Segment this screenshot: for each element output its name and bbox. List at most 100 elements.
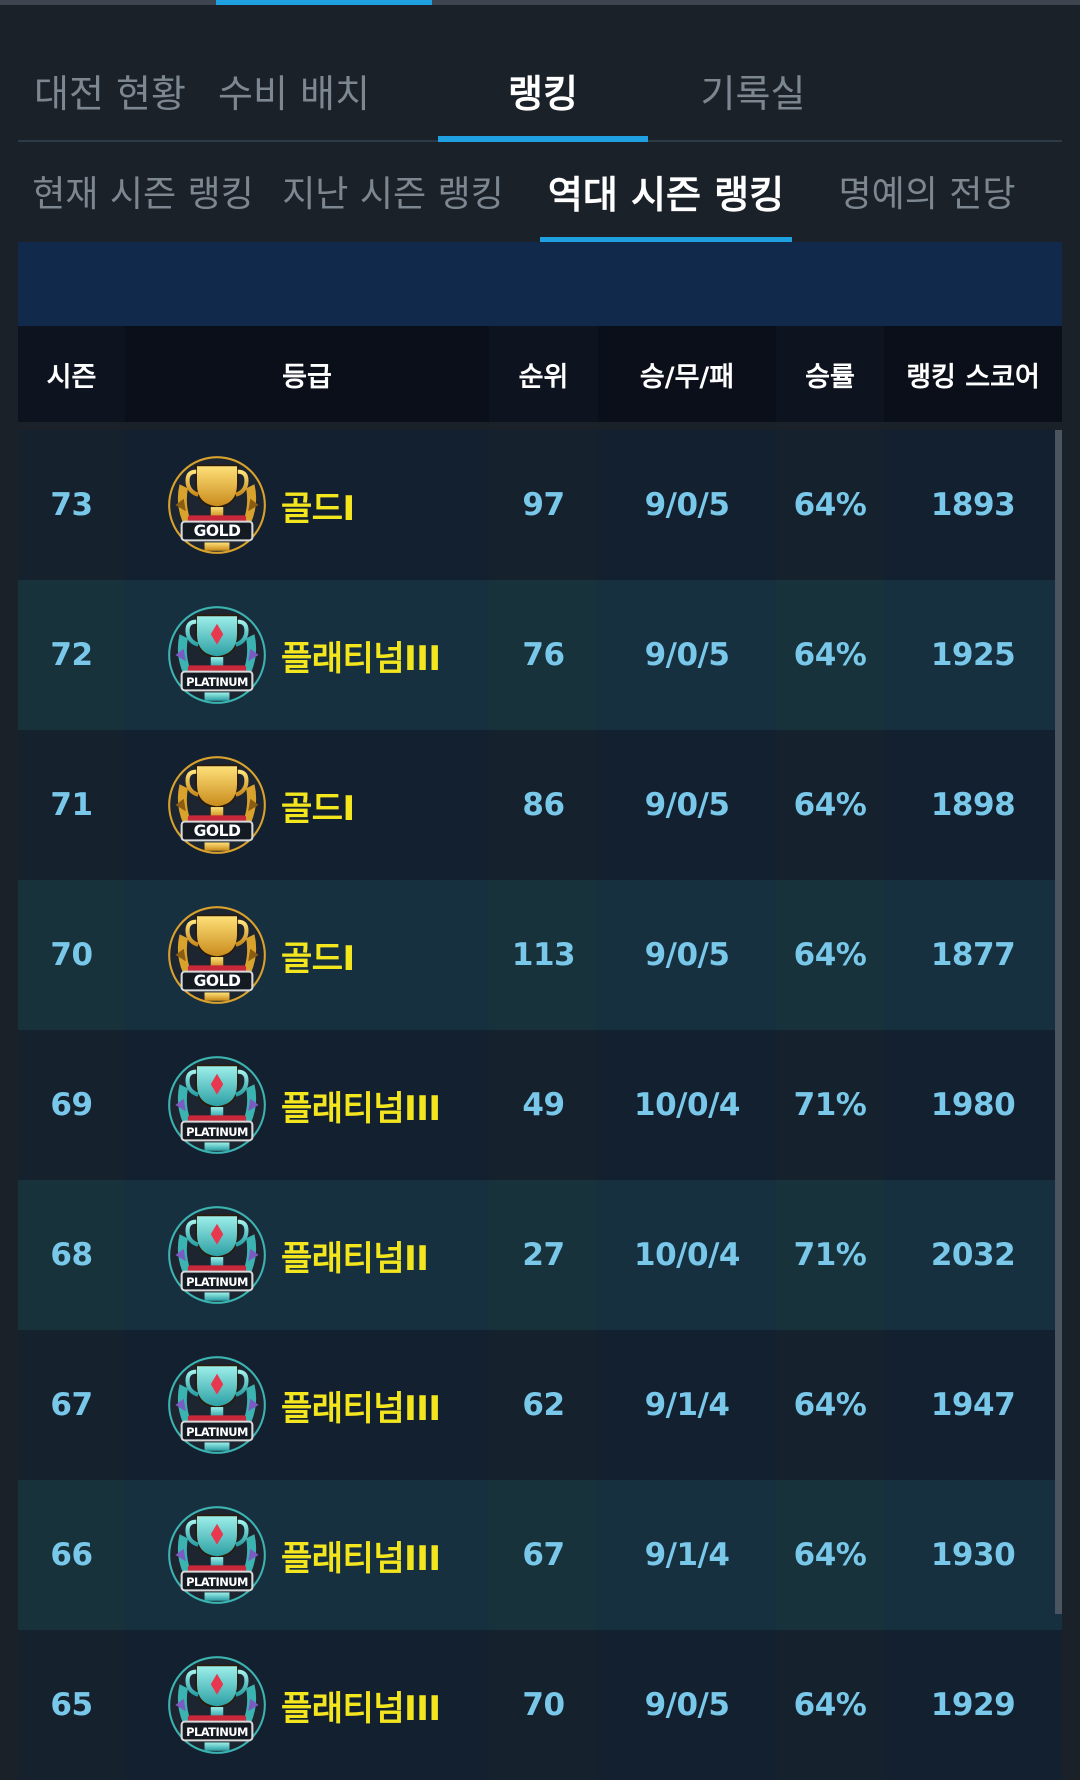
svg-text:GOLD: GOLD [194, 972, 241, 990]
season-cell: 68 [50, 1237, 93, 1273]
grade-cell: GOLD 골드I [125, 880, 489, 1030]
rank-cell: 86 [522, 787, 565, 823]
svg-text:GOLD: GOLD [194, 522, 241, 540]
score-cell: 1877 [884, 880, 1062, 1030]
rank-cell: 27 [522, 1237, 565, 1273]
record-cell: 9/1/4 [598, 1480, 776, 1630]
record-cell: 9/0/5 [598, 430, 776, 580]
grade-name: 골드I [281, 488, 355, 529]
grade-cell: PLATINUM 플래티넘II [125, 1180, 489, 1330]
platinum-trophy-icon: PLATINUM [168, 1356, 266, 1454]
grade-name: 플래티넘III [281, 1688, 441, 1729]
grade-name: 플래티넘II [281, 1238, 429, 1279]
header-season: 시즌 [46, 361, 97, 393]
subtab-all-seasons[interactable]: 역대 시즌 랭킹 [540, 140, 792, 242]
rank-cell: 62 [522, 1387, 565, 1423]
table-row[interactable]: 72 PLATINUM 플래티넘III 76 9/0/5 64% 1925 [18, 580, 1062, 730]
win-rate-cell: 64% [793, 1537, 867, 1573]
record-cell: 9/0/5 [598, 1630, 776, 1780]
rank-cell: 70 [522, 1687, 565, 1723]
season-cell: 66 [50, 1537, 93, 1573]
tab-records[interactable]: 기록실 [648, 40, 858, 140]
score-cell: 1925 [884, 580, 1062, 730]
score-cell: 1980 [884, 1030, 1062, 1180]
table-row[interactable]: 71 GOLD 골드I 86 9/0/5 64% 1898 [18, 730, 1062, 880]
svg-text:PLATINUM: PLATINUM [186, 1725, 248, 1739]
score-cell: 2032 [884, 1180, 1062, 1330]
tab-defense-setup[interactable]: 수비 배치 [202, 40, 386, 140]
table-row[interactable]: 70 GOLD 골드I 113 9/0/5 64% 1877 [18, 880, 1062, 1030]
main-tab-bar: 대전 현황 수비 배치 랭킹 기록실 [18, 40, 1062, 142]
score-cell: 1929 [884, 1630, 1062, 1780]
grade-cell: GOLD 골드I [125, 430, 489, 580]
score-cell: 1893 [884, 430, 1062, 580]
season-cell: 70 [50, 937, 93, 973]
subtab-last-season[interactable]: 지난 시즌 랭킹 [268, 140, 518, 242]
table-row[interactable]: 67 PLATINUM 플래티넘III 62 9/1/4 64% 1947 [18, 1330, 1062, 1480]
header-grade: 등급 [125, 326, 489, 422]
table-row[interactable]: 69 PLATINUM 플래티넘III 49 10/0/4 71% 1980 [18, 1030, 1062, 1180]
grade-name: 플래티넘III [281, 1388, 441, 1429]
record-cell: 10/0/4 [598, 1030, 776, 1180]
section-banner [18, 242, 1062, 326]
record-cell: 9/0/5 [598, 580, 776, 730]
table-row[interactable]: 65 PLATINUM 플래티넘III 70 9/0/5 64% 1929 [18, 1630, 1062, 1780]
rank-cell: 76 [522, 637, 565, 673]
season-cell: 73 [50, 487, 93, 523]
platinum-trophy-icon: PLATINUM [168, 1506, 266, 1604]
win-rate-cell: 64% [793, 1687, 867, 1723]
platinum-trophy-icon: PLATINUM [168, 1656, 266, 1754]
season-cell: 67 [50, 1387, 93, 1423]
win-rate-cell: 64% [793, 1387, 867, 1423]
platinum-trophy-icon: PLATINUM [168, 1056, 266, 1154]
grade-name: 골드I [281, 788, 355, 829]
svg-text:PLATINUM: PLATINUM [186, 1275, 248, 1289]
table-row[interactable]: 73 GOLD 골드I 97 9/0/5 64% 1893 [18, 430, 1062, 580]
win-rate-cell: 71% [793, 1087, 867, 1123]
gold-trophy-icon: GOLD [168, 756, 266, 854]
season-cell: 72 [50, 637, 93, 673]
win-rate-cell: 64% [793, 637, 867, 673]
sub-tab-bar: 현재 시즌 랭킹 지난 시즌 랭킹 역대 시즌 랭킹 명예의 전당 [18, 140, 1062, 242]
record-cell: 9/0/5 [598, 880, 776, 1030]
grade-cell: PLATINUM 플래티넘III [125, 1630, 489, 1780]
rank-cell: 113 [511, 937, 576, 973]
win-rate-cell: 64% [793, 487, 867, 523]
svg-text:GOLD: GOLD [194, 822, 241, 840]
svg-text:PLATINUM: PLATINUM [186, 1425, 248, 1439]
season-cell: 65 [50, 1687, 93, 1723]
table-row[interactable]: 68 PLATINUM 플래티넘II 27 10/0/4 71% 2032 [18, 1180, 1062, 1330]
svg-text:PLATINUM: PLATINUM [186, 1575, 248, 1589]
record-cell: 10/0/4 [598, 1180, 776, 1330]
subtab-hall-of-fame[interactable]: 명예의 전당 [792, 140, 1062, 242]
season-cell: 69 [50, 1087, 93, 1123]
score-cell: 1947 [884, 1330, 1062, 1480]
record-cell: 9/1/4 [598, 1330, 776, 1480]
grade-cell: GOLD 골드I [125, 730, 489, 880]
rank-cell: 97 [522, 487, 565, 523]
tab-ranking[interactable]: 랭킹 [438, 40, 648, 142]
svg-text:PLATINUM: PLATINUM [186, 675, 248, 689]
rank-cell: 67 [522, 1537, 565, 1573]
header-rank: 순위 [518, 361, 569, 393]
gold-trophy-icon: GOLD [168, 906, 266, 1004]
rank-cell: 49 [522, 1087, 565, 1123]
season-ranking-table: 시즌 등급 순위 승/무/패 승률 랭킹 스코어 73 GOLD 골드I 97 9/0/… [18, 326, 1062, 1780]
table-row[interactable]: 66 PLATINUM 플래티넘III 67 9/1/4 64% 1930 [18, 1480, 1062, 1630]
svg-text:PLATINUM: PLATINUM [186, 1125, 248, 1139]
scrollbar[interactable] [1055, 430, 1062, 1614]
grade-cell: PLATINUM 플래티넘III [125, 1330, 489, 1480]
table-body: 73 GOLD 골드I 97 9/0/5 64% 1893 72 PLATINUM 플래티넘III… [18, 430, 1062, 1780]
tab-match-status[interactable]: 대전 현황 [18, 40, 202, 140]
subtab-current-season[interactable]: 현재 시즌 랭킹 [18, 140, 268, 242]
grade-cell: PLATINUM 플래티넘III [125, 580, 489, 730]
grade-name: 플래티넘III [281, 1088, 441, 1129]
grade-cell: PLATINUM 플래티넘III [125, 1030, 489, 1180]
top-progress-segment [216, 0, 432, 5]
grade-name: 플래티넘III [281, 1538, 441, 1579]
header-record: 승/무/패 [598, 326, 776, 422]
header-win-rate: 승률 [805, 361, 855, 393]
win-rate-cell: 64% [793, 787, 867, 823]
score-cell: 1898 [884, 730, 1062, 880]
header-ranking-score: 랭킹 스코어 [884, 326, 1062, 422]
